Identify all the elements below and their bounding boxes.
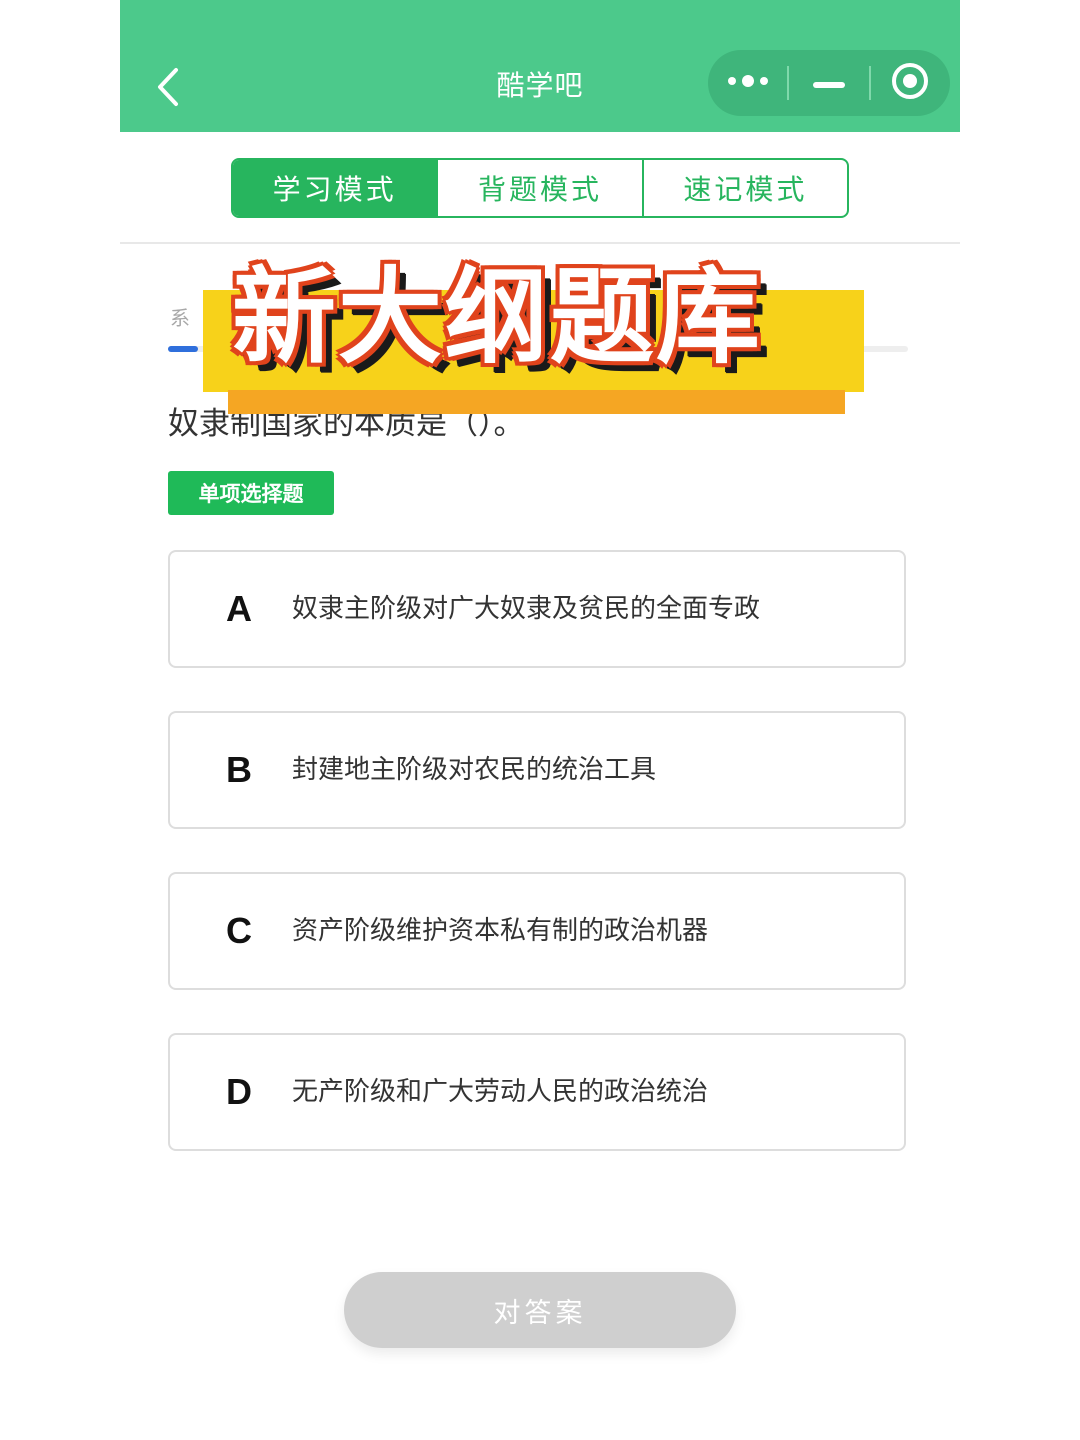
option-letter: C [226,910,252,951]
promo-banner-title: 新大纲题库 [232,256,763,378]
minimize-icon [812,74,845,93]
tab-memorize-mode[interactable]: 速记模式 [641,160,847,216]
target-close-icon [890,61,930,105]
option-d[interactable]: D 无产阶级和广大劳动人民的政治统治 [168,1033,906,1151]
question-type-badge: 单项选择题 [168,471,334,515]
option-letter: D [226,1071,252,1112]
progress-label: 系 [170,306,190,330]
more-button[interactable] [708,50,787,116]
option-text: 封建地主阶级对农民的统治工具 [292,755,657,785]
phone-screen: 酷学吧 学习模式 背题模式 速记模式 系 奴隶制国家的本质是（）。 单项选择题 … [120,0,960,1440]
option-text: 资产阶级维护资本私有制的政治机器 [292,916,709,946]
tab-study-mode[interactable]: 学习模式 [233,160,437,216]
progress-fill [168,346,198,352]
option-letter: B [226,749,252,790]
mode-switcher: 学习模式 背题模式 速记模式 [231,158,849,218]
option-text: 奴隶主阶级对广大奴隶及贫民的全面专政 [292,594,761,624]
tab-recite-mode[interactable]: 背题模式 [436,160,641,216]
banner-orange-band [228,390,845,414]
check-answer-button[interactable]: 对答案 [344,1272,736,1348]
app-header: 酷学吧 [120,0,960,132]
option-a[interactable]: A 奴隶主阶级对广大奴隶及贫民的全面专政 [168,550,906,668]
mode-bar: 学习模式 背题模式 速记模式 [120,132,960,244]
minimize-button[interactable] [789,50,868,116]
option-text: 无产阶级和广大劳动人民的政治统治 [292,1077,709,1107]
more-dots-icon [726,73,770,93]
option-b[interactable]: B 封建地主阶级对农民的统治工具 [168,711,906,829]
option-c[interactable]: C 资产阶级维护资本私有制的政治机器 [168,872,906,990]
option-letter: A [226,588,252,629]
mini-program-capsule [708,50,950,116]
close-button[interactable] [871,50,950,116]
